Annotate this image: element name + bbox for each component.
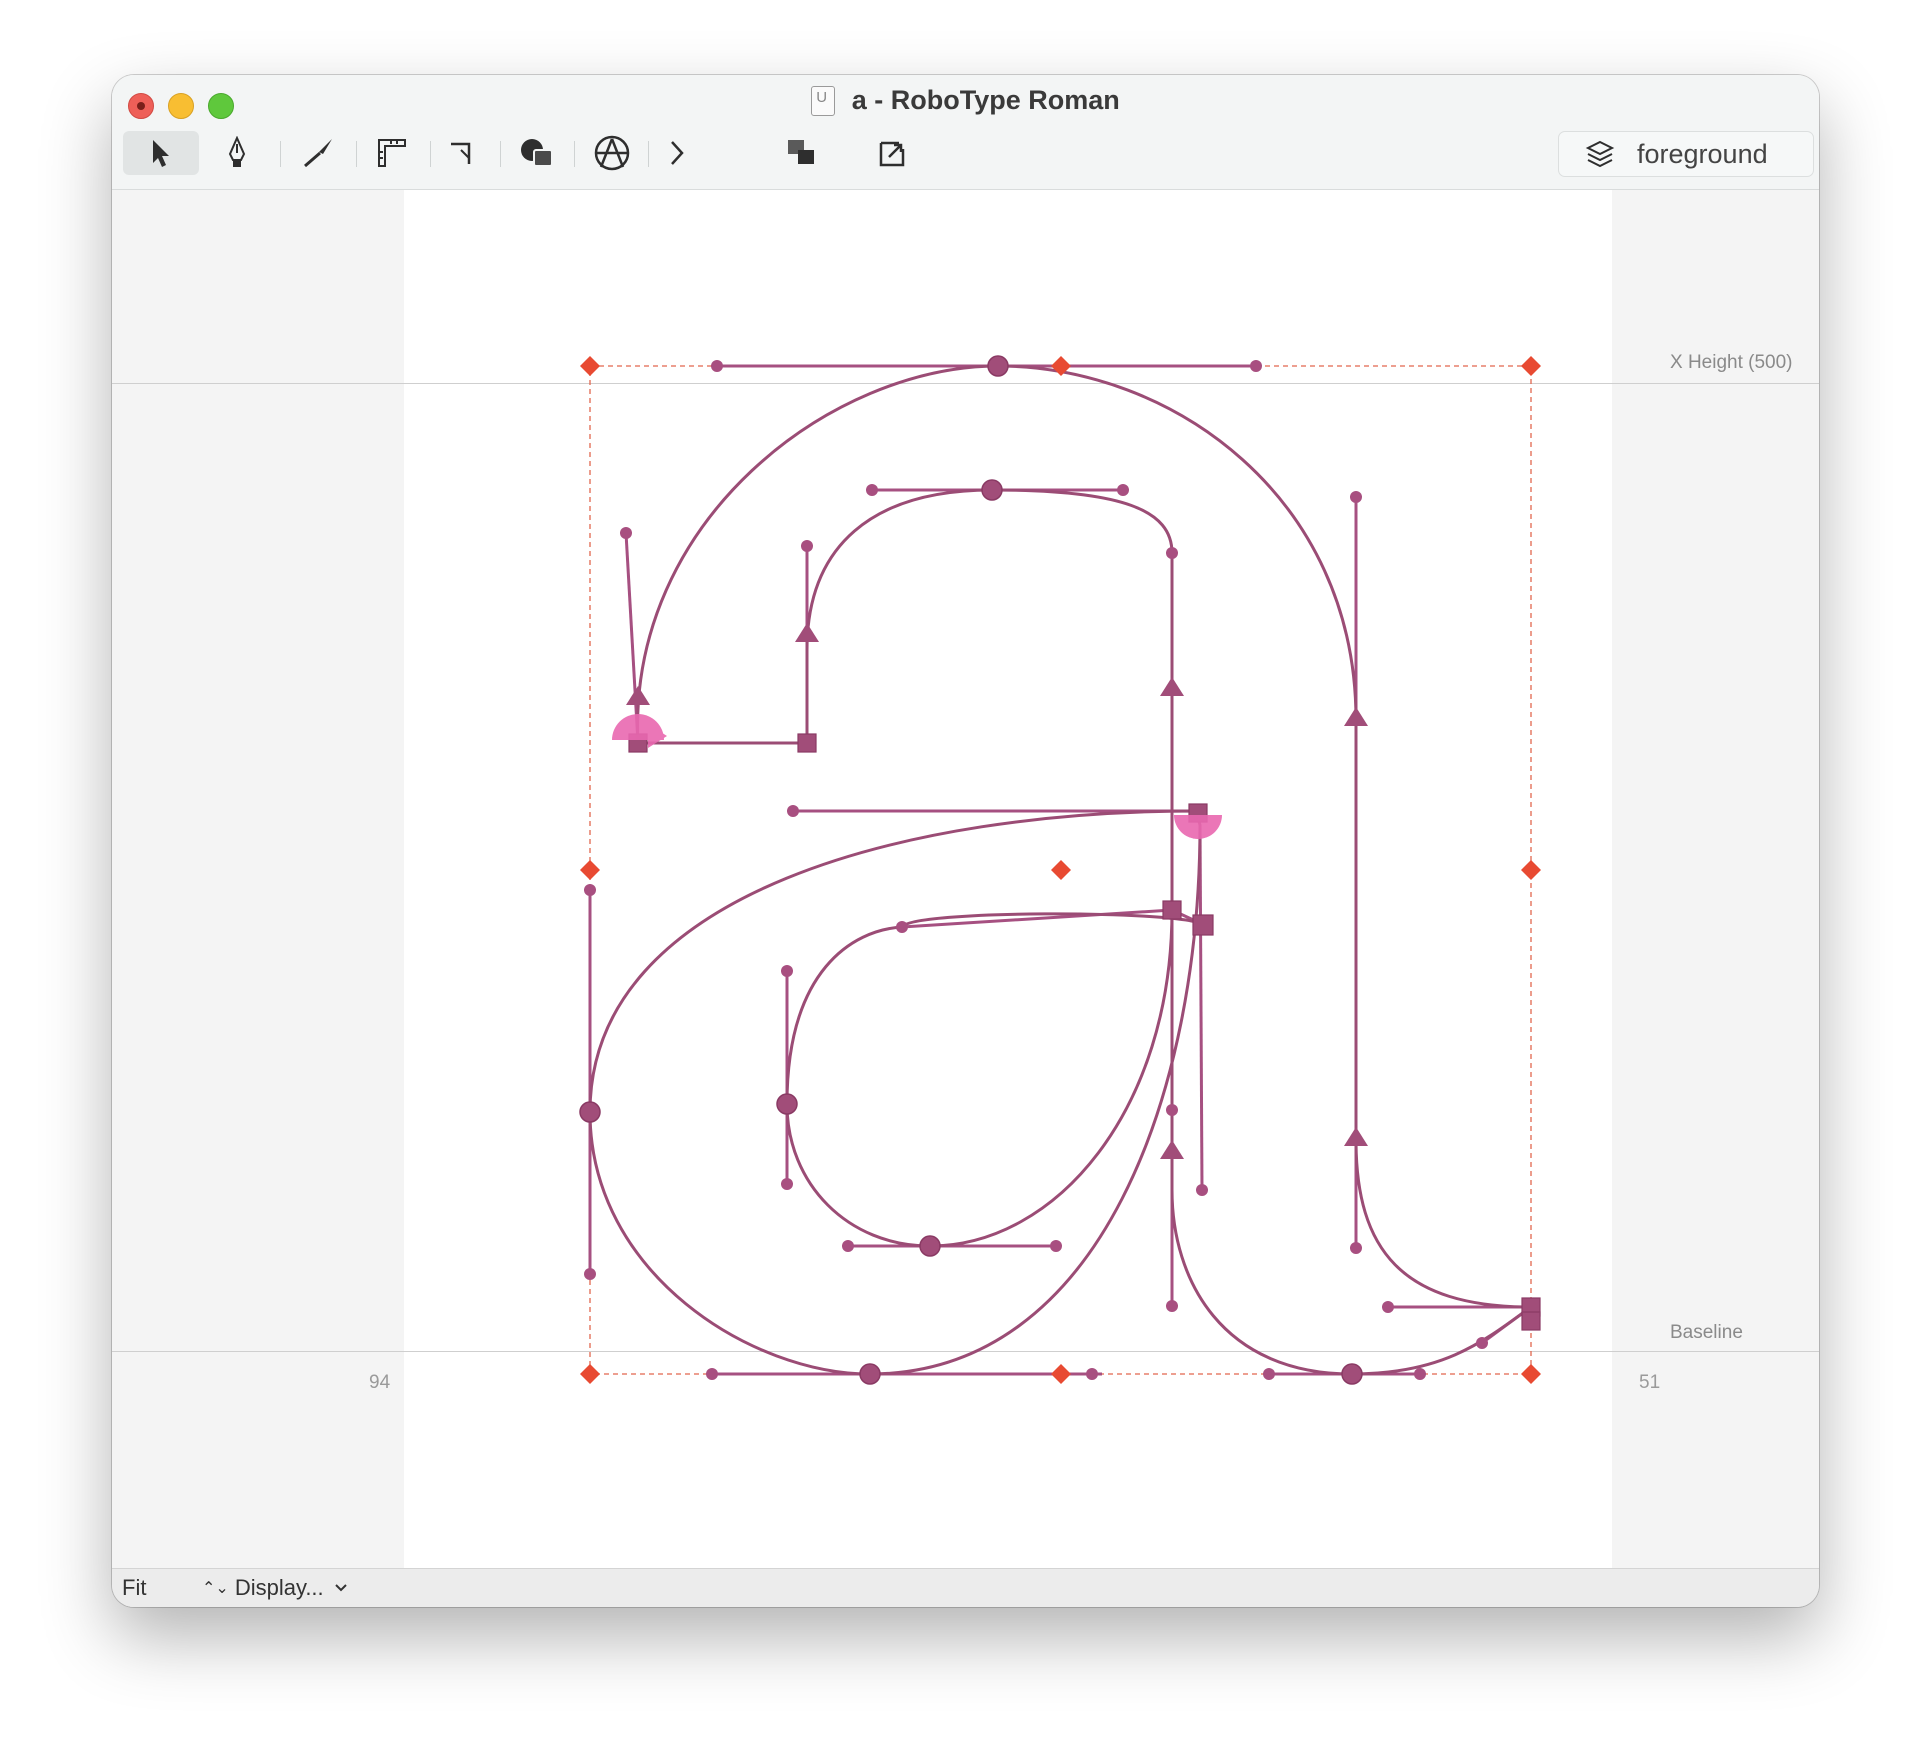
counter-contour [785,909,1203,1248]
shapes-icon [521,139,553,167]
corner-icon [451,142,471,164]
title-bar: a - RoboType Roman [112,75,1819,190]
arrow-pointer-icon [153,140,169,167]
pen-tool[interactable] [209,131,265,175]
window-title: a - RoboType Roman [851,85,1120,115]
display-label: Display... [234,1575,324,1600]
display-menu[interactable]: ⌃⌄ Display... [202,1575,348,1601]
glyph-drawing[interactable] [112,190,1819,1568]
square-arrow-icon [879,141,905,167]
tangent-points [626,623,1368,1159]
window-title-area: a - RoboType Roman [112,85,1819,125]
overlap-squares-icon [788,140,814,164]
layer-name: foreground [1637,138,1768,169]
zoom-level[interactable]: Fit [122,1575,146,1601]
updown-arrows-icon: ⌃⌄ [202,1580,229,1597]
layer-selector-button[interactable]: foreground [1558,131,1814,177]
off-curve-points [584,360,1488,1380]
compass-anchor-icon [594,135,630,171]
knife-tool[interactable] [290,131,346,175]
bowl-contour [588,809,1202,1376]
layers-icon [1585,140,1615,168]
outer-contour [636,364,1536,1376]
start-point-markers [612,714,1222,839]
pen-nib-icon [228,136,246,167]
status-bar: Fit ⌃⌄ Display... [112,1568,1819,1607]
shapes-tool[interactable] [508,131,568,175]
glyph-canvas[interactable]: X Height (500) Baseline 94 51 [112,190,1819,1568]
corner-points [628,733,1541,1331]
ufo-document-icon[interactable] [811,85,836,116]
layer-order[interactable] [776,131,826,175]
select-tool[interactable] [123,131,199,175]
knife-icon [304,139,332,168]
export-tool[interactable] [868,131,918,175]
more-tools[interactable] [652,131,702,175]
ruler-icon [378,139,406,167]
selection-handles[interactable] [580,356,1541,1384]
glyph-editor-window: a - RoboType Roman [112,75,1819,1607]
smooth-points [579,355,1363,1385]
measure-tool[interactable] [364,131,420,175]
chevron-right-icon [671,141,684,165]
corner-tool[interactable] [434,131,490,175]
anchor-tool[interactable] [582,131,642,175]
chevron-down-icon [334,1584,347,1592]
